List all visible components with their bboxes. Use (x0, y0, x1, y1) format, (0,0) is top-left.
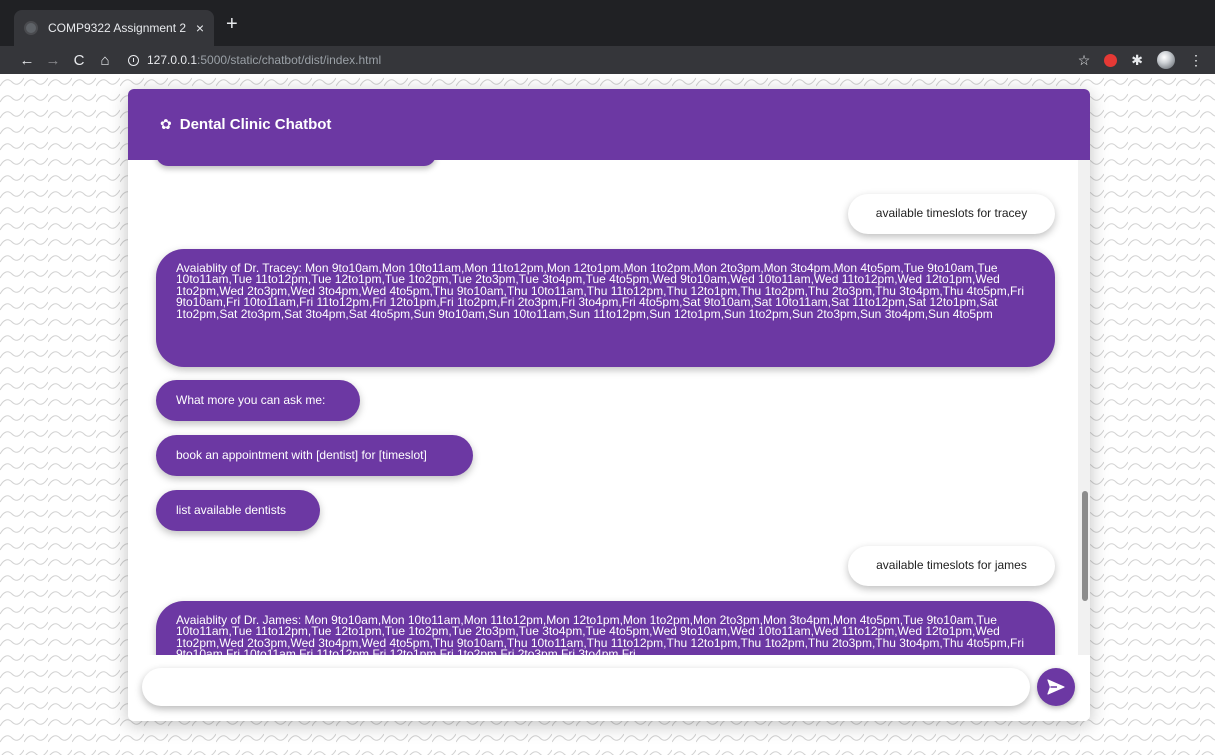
close-icon[interactable]: × (196, 20, 204, 36)
messages-scrollbar[interactable] (1078, 160, 1090, 721)
suggestion-message[interactable]: book an appointment with [dentist] for [… (156, 435, 473, 476)
chatbot-logo-icon: ✿ (160, 116, 172, 132)
back-button[interactable]: ← (14, 52, 40, 69)
message-input[interactable] (142, 668, 1030, 706)
home-button[interactable]: ⌂ (92, 52, 118, 69)
send-icon (1047, 679, 1065, 695)
extension-icon[interactable] (1104, 53, 1118, 67)
chat-header: ✿ Dental Clinic Chatbot (128, 89, 1090, 160)
menu-icon[interactable]: ⋮ (1189, 52, 1203, 69)
url-path: :5000/static/chatbot/dist/index.html (197, 53, 382, 67)
star-icon[interactable]: ☆ (1078, 52, 1091, 69)
bot-message: What more you can ask me: (156, 380, 360, 421)
tab-title: COMP9322 Assignment 2 (48, 21, 187, 35)
user-message: available timeslots for tracey (848, 194, 1055, 234)
forward-button[interactable]: → (40, 52, 66, 69)
url-host: 127.0.0.1 (147, 53, 198, 67)
address-bar[interactable]: 127.0.0.1:5000/static/chatbot/dist/index… (128, 48, 1088, 72)
bot-message: Avaiablity of Dr. Tracey: Mon 9to10am,Mo… (156, 249, 1055, 367)
info-icon[interactable] (128, 54, 139, 66)
browser-tab[interactable]: COMP9322 Assignment 2 × (14, 10, 214, 46)
chatbot-window: ✿ Dental Clinic Chatbot available timesl… (128, 89, 1090, 721)
previous-message (156, 160, 436, 166)
reload-button[interactable]: C (66, 52, 92, 69)
avatar[interactable] (1157, 51, 1175, 69)
puzzle-icon[interactable]: ✱ (1131, 52, 1143, 69)
browser-toolbar: ← → C ⌂ 127.0.0.1:5000/static/chatbot/di… (0, 46, 1215, 74)
suggestion-message[interactable]: list available dentists (156, 490, 320, 531)
toolbar-actions: ☆ ✱ ⋮ (1078, 46, 1203, 74)
send-button[interactable] (1037, 668, 1075, 706)
browser-tab-strip: COMP9322 Assignment 2 × + (0, 0, 1215, 46)
scrollbar-thumb[interactable] (1082, 491, 1088, 601)
message-composer (128, 655, 1090, 721)
new-tab-button[interactable]: + (226, 12, 238, 36)
globe-icon (24, 21, 38, 35)
user-message: available timeslots for james (848, 546, 1055, 586)
message-list[interactable]: available timeslots for tracey Avaiablit… (128, 160, 1078, 721)
chat-title: Dental Clinic Chatbot (179, 116, 332, 133)
